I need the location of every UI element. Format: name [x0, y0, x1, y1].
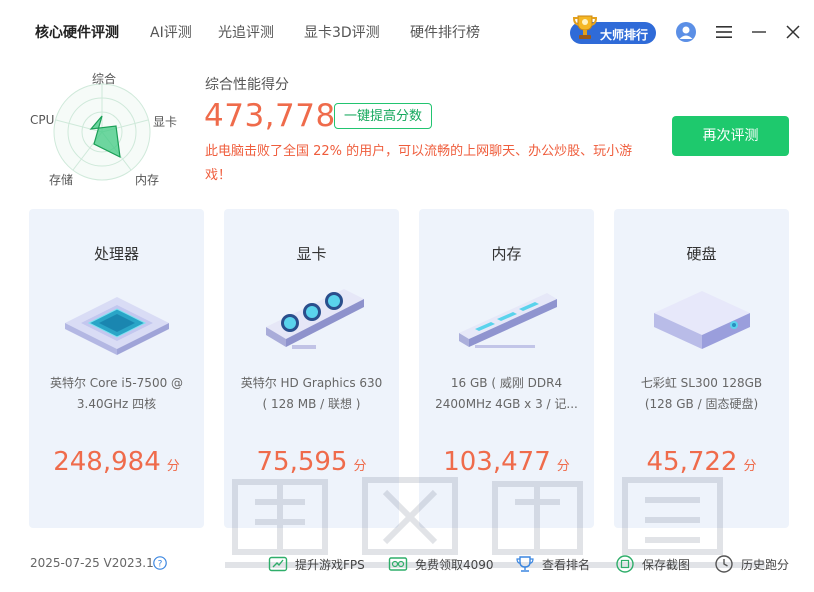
card-desc-line: 英特尔 Core i5-7500 @ [49, 376, 184, 390]
tab-core-hardware[interactable]: 核心硬件评测 [35, 22, 119, 42]
footer-item-label: 查看排名 [542, 558, 591, 572]
disk-description: 七彩虹 SL300 128GB (128 GB / 固态硬盘) [614, 373, 789, 415]
cpu-score: 248,984 分 [29, 447, 204, 477]
tab-ai[interactable]: AI评测 [150, 22, 192, 42]
tab-hardware-ranking[interactable]: 硬件排行榜 [410, 22, 480, 42]
card-desc-line: 2400MHz 4GB x 3 / 记... [435, 397, 578, 411]
cpu-description: 英特尔 Core i5-7500 @ 3.40GHz 四核 [29, 373, 204, 415]
score-description: 此电脑击败了全国 22% 的用户，可以流畅的上网聊天、办公炒股、玩小游戏！ [205, 144, 633, 183]
master-ranking-button[interactable]: 大师排行 [570, 15, 656, 44]
card-title: 显卡 [296, 245, 327, 263]
history-clock-icon [715, 555, 733, 573]
overall-score-value: 473,778 [204, 98, 336, 134]
version-date: 2025-07-25 V2023.1 [30, 556, 154, 570]
svg-text:?: ? [158, 560, 163, 570]
user-avatar-icon[interactable] [676, 22, 696, 42]
radar-label-gpu: 显卡 [153, 115, 178, 129]
footer-item-label: 历史跑分 [741, 558, 790, 572]
radar-label-storage: 存储 [49, 173, 74, 187]
memory-description: 16 GB ( 威刚 DDR4 2400MHz 4GB x 3 / 记... [419, 373, 594, 415]
card-desc-line: 英特尔 HD Graphics 630 [240, 376, 383, 390]
minimize-icon[interactable] [752, 25, 766, 39]
trophy-outline-icon [516, 556, 534, 572]
performance-radar: 综合 CPU 显卡 存储 内存 [28, 66, 190, 194]
card-score-unit: 分 [166, 459, 180, 474]
game-fps-icon [268, 556, 288, 572]
overall-score-label: 综合性能得分 [205, 77, 289, 93]
memory-module-icon [459, 293, 557, 348]
hard-drive-icon [654, 291, 750, 349]
menu-icon[interactable] [716, 25, 732, 39]
help-icon[interactable]: ? [153, 556, 167, 570]
card-title: 内存 [491, 245, 522, 263]
card-desc-line: ( 128 MB / 联想 ) [262, 397, 361, 411]
footer-item-label: 免费领取4090 [415, 558, 494, 572]
card-desc-line: 七彩虹 SL300 128GB [640, 376, 763, 390]
card-title: 处理器 [93, 245, 139, 263]
gpu-gift-icon [388, 557, 408, 571]
card-desc-line: 16 GB ( 威刚 DDR4 [450, 376, 563, 390]
cpu-card[interactable]: 处理器 英特尔 Core i5-7500 @ 3.40GHz 四核 248,98… [29, 209, 204, 528]
boost-score-button[interactable]: 一键提高分数 [334, 103, 432, 129]
master-ranking-label: 大师排行 [600, 28, 649, 42]
card-score-value: 248,984 [53, 447, 161, 477]
radar-label-cpu: CPU [30, 113, 55, 127]
graphics-card-icon [266, 289, 364, 349]
tab-gpu-3d[interactable]: 显卡3D评测 [304, 22, 380, 42]
screenshot-icon [616, 555, 634, 573]
footer-item-label: 提升游戏FPS [295, 558, 365, 572]
top-bar: 核心硬件评测 AI评测 光追评测 显卡3D评测 硬件排行榜 大师排行 [0, 0, 814, 64]
gpu-description: 英特尔 HD Graphics 630 ( 128 MB / 联想 ) [224, 373, 399, 415]
tab-raytracing[interactable]: 光追评测 [218, 22, 274, 42]
radar-label-overall: 综合 [92, 72, 117, 86]
card-desc-line: 3.40GHz 四核 [76, 397, 157, 411]
card-title: 硬盘 [686, 245, 717, 263]
card-desc-line: (128 GB / 固态硬盘) [644, 397, 759, 411]
close-icon[interactable] [786, 25, 800, 39]
radar-label-memory: 内存 [135, 173, 160, 187]
trophy-icon [572, 15, 598, 39]
footer-item-label: 保存截图 [642, 558, 691, 572]
retest-button[interactable]: 再次评测 [672, 116, 789, 156]
cpu-chip-icon [65, 297, 169, 355]
